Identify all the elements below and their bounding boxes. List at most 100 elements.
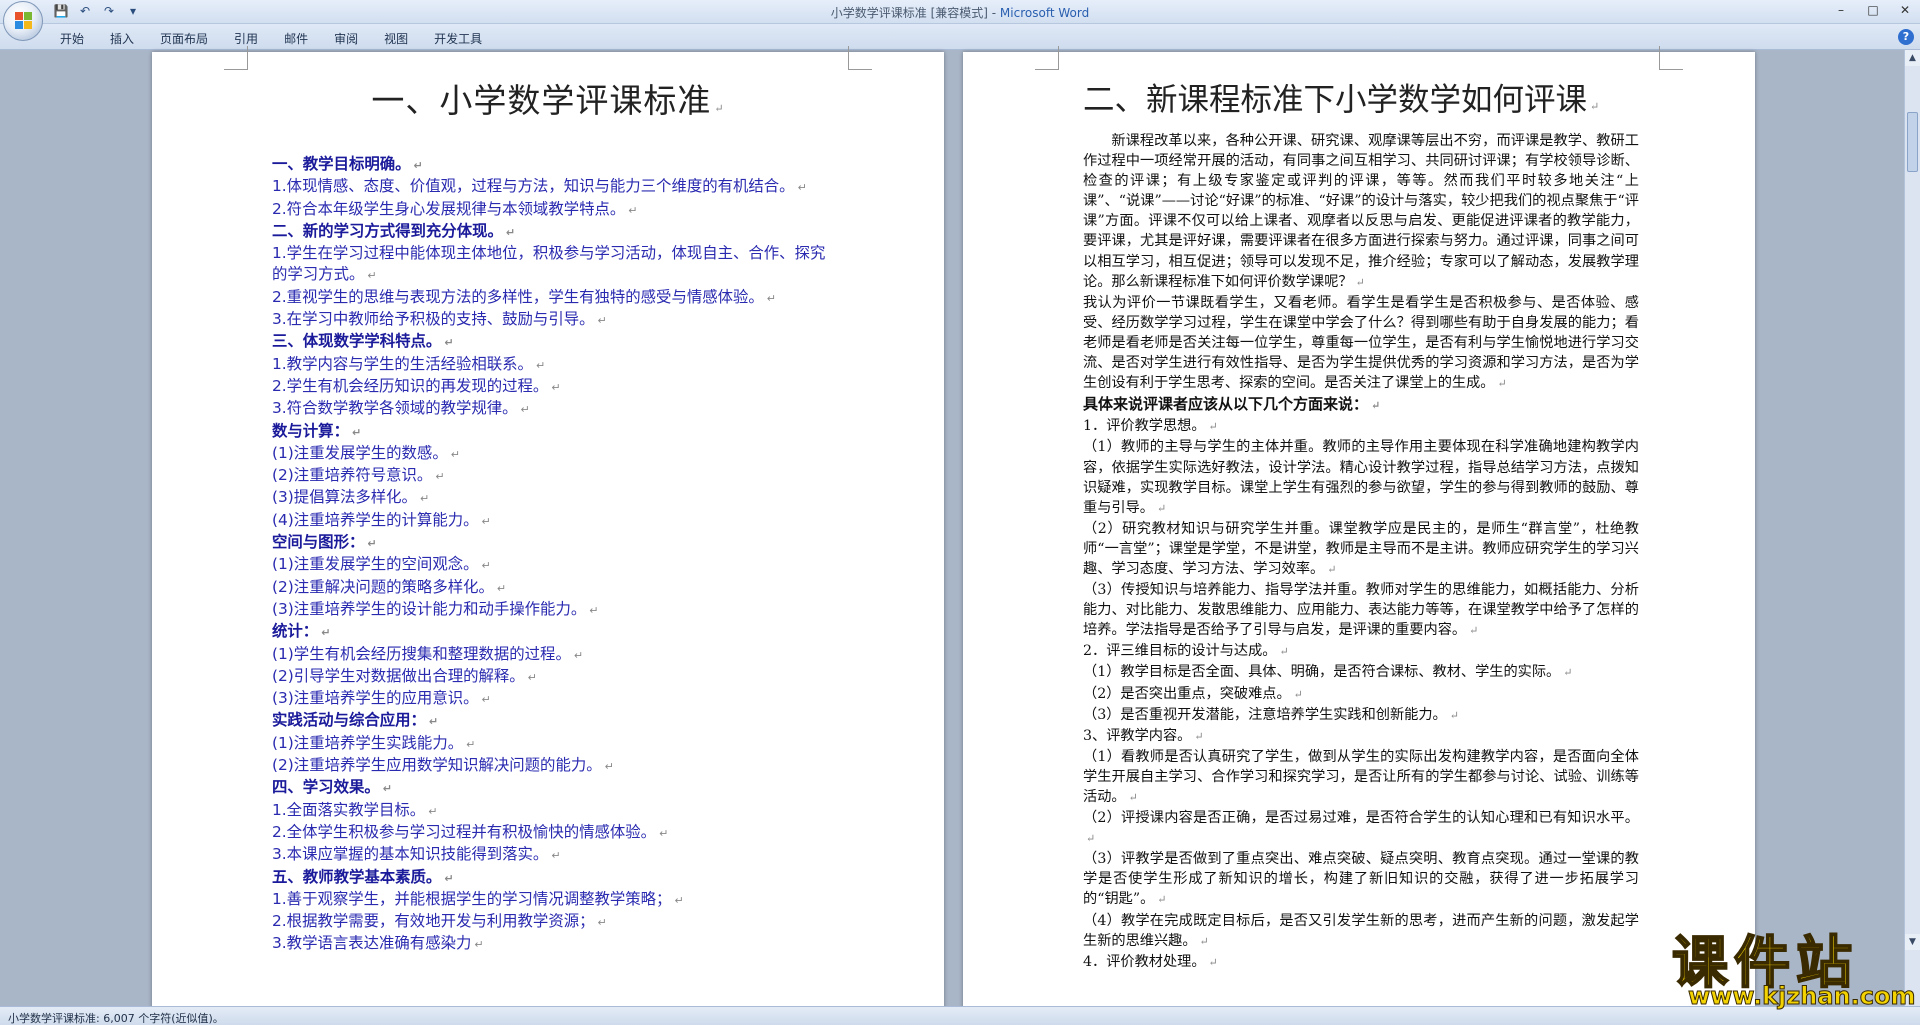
paragraph-text: （4）教学在完成既定目标后，是否又引发学生新的思考，进而产生新的问题，激发起学生… xyxy=(1083,912,1639,949)
line-text: 1.全面落实教学目标。 xyxy=(272,800,426,819)
watermark-url: www.kjzhan.com xyxy=(1687,982,1916,1011)
list-item: 2.全体学生积极参与学习过程并有积极愉快的情感体验。 ↵ xyxy=(272,822,669,841)
tab-view[interactable]: 视图 xyxy=(384,30,422,47)
list-item: 3.符合数学教学各领域的教学规律。 ↵ xyxy=(272,399,530,418)
minimize-button[interactable]: – xyxy=(1830,1,1852,19)
maximize-button[interactable]: □ xyxy=(1862,1,1884,19)
line-text: 数与计算： xyxy=(272,421,349,440)
line-text: 1.善于观察学生，并能根据学生的学习情况调整教学策略； xyxy=(272,889,672,908)
document-page-2[interactable]: 二、新课程标准下小学数学如何评课 ↵ 新课程改革以来，各种公开课、研究课、观摩课等… xyxy=(963,46,1755,1010)
paragraph: 新课程改革以来，各种公开课、研究课、观摩课等层出不穷，而评课是教学、教研工作过程… xyxy=(1083,133,1639,290)
list-item: 2.根据教学需要，有效地开发与利用教学资源； ↵ xyxy=(272,912,607,931)
line-text: 2.重视学生的思维与表现方法的多样性，学生有独特的感受与情感体验。 xyxy=(272,287,764,306)
line-text: 2.根据教学需要，有效地开发与利用教学资源； xyxy=(272,912,595,931)
paragraph-text: 4．评价教材处理。 xyxy=(1083,953,1206,970)
list-item: (3)注重培养学生的设计能力和动手操作能力。 ↵ xyxy=(272,599,599,618)
section-heading: 具体来说评课者应该从以下几个方面来说： ↵ xyxy=(1083,395,1381,414)
line-text: 2.符合本年级学生身心发展规律与本领域教学特点。 xyxy=(272,199,626,218)
paragraph-text: 新课程改革以来，各种公开课、研究课、观摩课等层出不穷，而评课是教学、教研工作过程… xyxy=(1083,133,1639,290)
page-2-heading-text: 二、新课程标准下小学数学如何评课 xyxy=(1083,82,1588,118)
scroll-down-icon[interactable]: ▼ xyxy=(1905,934,1920,950)
page-2-body: 新课程改革以来，各种公开课、研究课、观摩课等层出不穷，而评课是教学、教研工作过程… xyxy=(1083,131,1639,973)
list-item: 1.学生在学习过程中能体现主体地位，积极参与学习活动，体现自主、合作、探究的学习… xyxy=(272,244,826,284)
paragraph: （2）研究教材知识与研究学生并重。课堂教学应是民主的，是师生“群言堂”，杜绝教师… xyxy=(1083,520,1639,577)
tab-home[interactable]: 开始 xyxy=(60,30,98,47)
paragraph-text: 我认为评价一节课既看学生，又看老师。看学生是看学生是否积极参与、是否体验、感受、… xyxy=(1083,294,1639,392)
paragraph: 1．评价教学思想。 ↵ xyxy=(1083,418,1218,435)
tab-page-layout[interactable]: 页面布局 xyxy=(160,30,222,47)
section-heading: 五、教师教学基本素质。 ↵ xyxy=(272,867,454,886)
paragraph-text: 2．评三维目标的设计与达成。 xyxy=(1083,643,1277,660)
line-text: 3.符合数学教学各领域的教学规律。 xyxy=(272,399,518,418)
section-heading: 一、教学目标明确。 ↵ xyxy=(272,155,423,173)
tab-mailings[interactable]: 邮件 xyxy=(284,30,322,47)
line-text: (3)注重培养学生的设计能力和动手操作能力。 xyxy=(272,599,587,618)
line-text: 1.教学内容与学生的生活经验相联系。 xyxy=(272,354,533,373)
paragraph-text: （2）是否突出重点，突破难点。 xyxy=(1083,685,1291,702)
line-text: (3)注重培养学生的应用意识。 xyxy=(272,689,479,708)
line-text: 3.教学语言表达准确有感染力 xyxy=(272,934,472,953)
paragraph: （3）评教学是否做到了重点突出、难点突破、疑点突明、教育点突现。通过一堂课的教学… xyxy=(1083,851,1639,908)
page-2-heading: 二、新课程标准下小学数学如何评课 ↵ xyxy=(1083,82,1600,118)
list-item: (2)注重培养学生应用数学知识解决问题的能力。 ↵ xyxy=(272,756,614,775)
document-page-1[interactable]: 一、小学数学评课标准 ↵ 一、教学目标明确。 ↵ 1.体现情感、态度、价值观，过程与方… xyxy=(152,46,944,1010)
window-title: 小学数学评课标准 [兼容模式] - Microsoft Word xyxy=(0,4,1920,21)
list-item: (1)学生有机会经历搜集和整理数据的过程。 ↵ xyxy=(272,644,584,663)
list-item: (3)提倡算法多样化。 ↵ xyxy=(272,488,430,507)
document-title: 小学数学评课标准 [兼容模式] - xyxy=(830,6,1000,20)
tab-references[interactable]: 引用 xyxy=(234,30,272,47)
line-text: (2)注重培养符号意识。 xyxy=(272,466,433,485)
list-item: 2.符合本年级学生身心发展规律与本领域教学特点。 ↵ xyxy=(272,199,638,218)
crop-mark xyxy=(224,46,248,70)
word-count-status[interactable]: 小学数学评课标准: 6,007 个字符(近似值)。 xyxy=(8,1010,224,1025)
section-heading: 四、学习效果。 ↵ xyxy=(272,778,392,797)
tab-insert[interactable]: 插入 xyxy=(110,30,148,47)
list-item: 2.重视学生的思维与表现方法的多样性，学生有独特的感受与情感体验。 ↵ xyxy=(272,287,777,306)
vertical-scrollbar[interactable]: ▲ ▼ xyxy=(1904,50,1920,1006)
line-text: (2)注重解决问题的策略多样化。 xyxy=(272,577,494,596)
office-button[interactable] xyxy=(3,1,43,41)
paragraph: （3）是否重视开发潜能，注意培养学生实践和创新能力。 ↵ xyxy=(1083,706,1459,723)
scroll-thumb[interactable] xyxy=(1907,112,1918,172)
list-item: (4)注重培养学生的计算能力。 ↵ xyxy=(272,510,491,529)
help-icon[interactable]: ? xyxy=(1898,29,1914,45)
line-text: 2.学生有机会经历知识的再发现的过程。 xyxy=(272,376,549,395)
status-bar: 小学数学评课标准: 6,007 个字符(近似值)。 xyxy=(0,1006,1920,1025)
line-text: (4)注重培养学生的计算能力。 xyxy=(272,510,479,529)
list-item: 3.本课应掌握的基本知识技能得到落实。 ↵ xyxy=(272,845,561,864)
crop-mark xyxy=(1035,46,1059,70)
line-text: 一、教学目标明确。 xyxy=(272,155,411,173)
tab-developer[interactable]: 开发工具 xyxy=(434,30,496,47)
line-text: 实践活动与综合应用： xyxy=(272,711,426,730)
paragraph: （3）传授知识与培养能力、指导学法并重。教师对学生的思维能力，如概括能力、分析能… xyxy=(1083,582,1639,639)
list-item: (2)引导学生对数据做出合理的解释。 ↵ xyxy=(272,666,537,685)
paragraph: 我认为评价一节课既看学生，又看老师。看学生是看学生是否积极参与、是否体验、感受、… xyxy=(1083,294,1639,392)
paragraph-text: 1．评价教学思想。 xyxy=(1083,418,1206,435)
paragraph-text: （3）评教学是否做到了重点突出、难点突破、疑点突明、教育点突现。通过一堂课的教学… xyxy=(1083,851,1639,908)
list-item: (2)注重培养符号意识。 ↵ xyxy=(272,466,445,485)
line-text: (1)注重发展学生的空间观念。 xyxy=(272,555,479,574)
line-text: 空间与图形： xyxy=(272,533,365,552)
section-heading: 数与计算： ↵ xyxy=(272,421,362,440)
page-1-heading: 一、小学数学评课标准 ↵ xyxy=(371,81,725,120)
tab-review[interactable]: 审阅 xyxy=(334,30,372,47)
line-text: 三、体现数学学科特点。 xyxy=(272,332,442,351)
window-controls: – □ ✕ xyxy=(1830,1,1916,19)
close-button[interactable]: ✕ xyxy=(1894,1,1916,19)
line-text: 3.在学习中教师给予积极的支持、鼓励与引导。 xyxy=(272,310,595,329)
section-heading: 实践活动与综合应用： ↵ xyxy=(272,711,439,730)
paragraph-text: （2）评授课内容是否正确，是否过易过难，是否符合学生的认知心理和已有知识水平。 xyxy=(1083,810,1639,827)
list-item: 3.教学语言表达准确有感染力 ↵ xyxy=(272,934,484,953)
line-text: (2)注重培养学生应用数学知识解决问题的能力。 xyxy=(272,756,602,775)
paragraph: 3、评教学内容。 ↵ xyxy=(1083,727,1204,744)
crop-mark xyxy=(1659,46,1683,70)
scroll-up-icon[interactable]: ▲ xyxy=(1905,50,1920,66)
section-heading: 空间与图形： ↵ xyxy=(272,533,377,552)
title-bar: 💾 ↶ ↷ ▾ 小学数学评课标准 [兼容模式] - Microsoft Word… xyxy=(0,0,1920,24)
line-text: 3.本课应掌握的基本知识技能得到落实。 xyxy=(272,845,549,864)
line-text: (1)注重发展学生的数感。 xyxy=(272,443,448,462)
page-1-heading-text: 一、小学数学评课标准 xyxy=(371,81,712,120)
ribbon: 开始 插入 页面布局 引用 邮件 审阅 视图 开发工具 ? xyxy=(0,24,1920,50)
line-text: (2)引导学生对数据做出合理的解释。 xyxy=(272,666,525,685)
page-1-criteria-list: 一、教学目标明确。 ↵ 1.体现情感、态度、价值观，过程与方法，知识与能力三个维度的… xyxy=(272,154,832,956)
